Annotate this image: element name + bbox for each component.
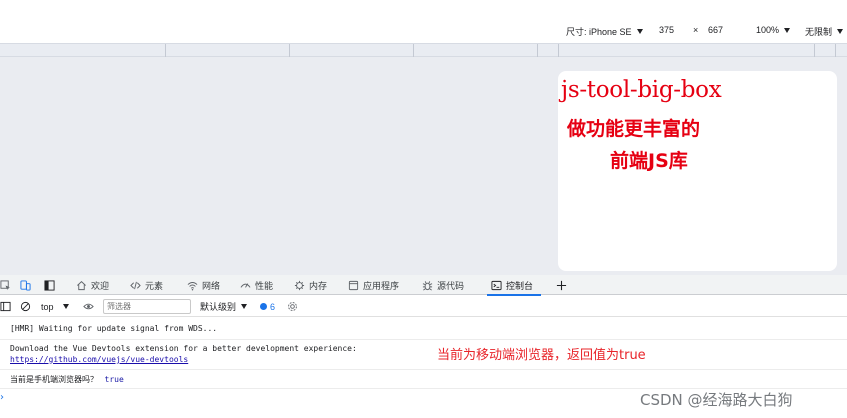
device-select[interactable]: 尺寸: iPhone SE [566,25,643,38]
tab-sources[interactable]: 源代码 [422,275,464,295]
device-toggle-button[interactable] [20,275,31,295]
tab-console[interactable]: 控制台 [486,275,542,296]
device-height-input[interactable]: 667 [708,25,723,35]
sidebar-panel-icon [44,279,55,291]
hero-subtitle-line2: 前端JS库 [610,150,688,172]
console-prompt-icon[interactable]: › [0,392,4,403]
performance-icon [240,280,251,291]
device-screen[interactable]: js-tool-big-box 做功能更丰富的 前端JS库 [558,71,837,271]
dimension-times: × [693,25,699,35]
device-toggle-icon [20,279,31,291]
gear-icon [287,301,298,312]
code-icon [130,280,141,291]
clear-console-button[interactable] [20,296,31,317]
context-select[interactable]: top [41,296,69,317]
device-label: 尺寸: iPhone SE [566,27,632,37]
chevron-down-icon [62,304,69,309]
devtools-tab-bar: 欢迎 元素 网络 性能 内存 应用程序 源代码 控制台 [0,275,847,296]
red-annotation: 当前为移动端浏览器，返回值为true [437,348,646,363]
chevron-down-icon [636,29,643,34]
console-message: Download the Vue Devtools extension for … [10,344,357,353]
sidebar-toggle-button[interactable] [0,296,11,317]
tab-application[interactable]: 应用程序 [348,275,399,295]
device-toolbar: 尺寸: iPhone SE 375 × 667 100% 无限制 [0,18,847,43]
message-divider [0,369,847,370]
boolean-value: true [104,375,124,384]
tab-performance[interactable]: 性能 [240,275,273,295]
sidebar-icon [0,301,11,312]
tab-memory[interactable]: 内存 [294,275,327,295]
ruler-tick [413,44,414,57]
chevron-down-icon [784,27,791,33]
console-message-question: 当前是手机端浏览器吗？ true [10,375,124,384]
dock-toggle-button[interactable] [44,275,55,295]
clear-icon [20,301,31,312]
memory-icon [294,280,305,291]
inspect-element-button[interactable] [0,275,11,295]
ruler-tick [835,44,836,57]
page: 尺寸: iPhone SE 375 × 667 100% 无限制 js-tool… [0,0,847,418]
console-toolbar: top 筛选器 默认级别 6 [0,296,847,317]
application-icon [348,280,359,291]
watermark: CSDN @经海路大白狗 [640,391,793,409]
console-icon [491,280,502,291]
bug-icon [422,280,433,291]
home-icon [76,280,87,291]
chevron-down-icon [241,304,248,309]
emulated-viewport: js-tool-big-box 做功能更丰富的 前端JS库 [0,57,847,275]
message-icon [260,303,267,310]
wifi-icon [187,280,198,291]
log-level-select[interactable]: 默认级别 [200,296,248,317]
ruler-tick [289,44,290,57]
ruler-tick [814,44,815,57]
tab-elements[interactable]: 元素 [130,275,163,295]
tab-welcome[interactable]: 欢迎 [76,275,109,295]
zoom-select[interactable]: 100% [756,25,791,35]
hero-title: js-tool-big-box [561,77,722,103]
device-width-input[interactable]: 375 [659,25,674,35]
message-divider [0,339,847,340]
inspect-icon [0,279,11,291]
filter-input[interactable]: 筛选器 [103,299,191,314]
tab-network[interactable]: 网络 [187,275,220,295]
plus-icon [556,280,567,291]
throttle-select[interactable]: 无限制 [805,25,844,38]
issues-counter[interactable]: 6 [260,296,275,317]
media-query-ruler[interactable] [0,43,847,57]
console-message: [HMR] Waiting for update signal from WDS… [10,324,218,333]
devtools-link[interactable]: https://github.com/vuejs/vue-devtools [10,355,188,364]
chevron-down-icon [837,29,844,34]
ruler-tick [165,44,166,57]
add-tab-button[interactable] [556,275,567,295]
ruler-tick [537,44,538,57]
eye-icon [83,301,94,312]
live-expression-button[interactable] [83,296,94,317]
ruler-tick [558,44,559,57]
console-settings-button[interactable] [287,296,298,317]
hero-subtitle-line1: 做功能更丰富的 [567,118,701,140]
